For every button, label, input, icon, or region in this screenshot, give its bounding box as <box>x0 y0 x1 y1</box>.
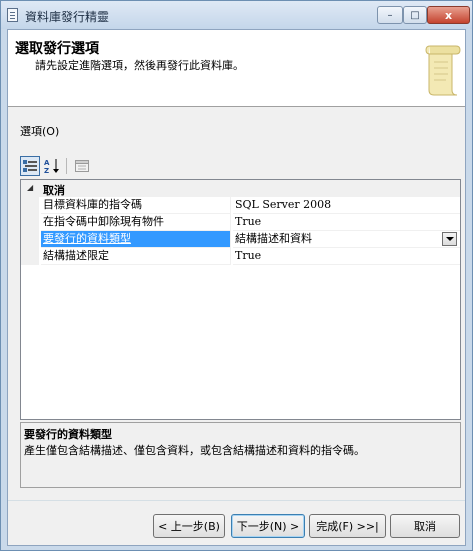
property-row-selected[interactable]: 要發行的資料類型 結構描述和資料 <box>21 231 460 248</box>
title-bar[interactable]: 資料庫發行精靈 – □ x <box>1 1 472 29</box>
property-pages-icon <box>75 160 89 172</box>
dropdown-arrow-icon[interactable] <box>442 232 457 246</box>
property-name[interactable]: 目標資料庫的指令碼 <box>41 197 230 214</box>
column-divider <box>230 214 231 231</box>
alphabetical-button[interactable]: A Z <box>42 156 62 176</box>
property-grid: ◢ 取消 目標資料庫的指令碼 SQL Server 2008 在指令碼中卸除現有… <box>20 179 461 420</box>
document-icon <box>7 8 18 22</box>
column-divider <box>230 197 231 214</box>
finish-button[interactable]: 完成(F) >>| <box>309 514 386 538</box>
category-row[interactable]: ◢ 取消 <box>21 180 460 197</box>
property-name[interactable]: 結構描述限定 <box>41 248 230 265</box>
property-value[interactable]: True <box>233 248 460 265</box>
property-value-dropdown[interactable]: 結構描述和資料 <box>233 231 460 248</box>
back-button[interactable]: < 上一步(B) <box>153 514 225 538</box>
property-row[interactable]: 目標資料庫的指令碼 SQL Server 2008 <box>21 197 460 214</box>
categorized-icon <box>23 160 37 172</box>
svg-text:A: A <box>44 159 50 167</box>
property-name[interactable]: 要發行的資料類型 <box>41 231 230 248</box>
description-title: 要發行的資料類型 <box>24 428 112 441</box>
property-name[interactable]: 在指令碼中卸除現有物件 <box>41 214 230 231</box>
wizard-window: 資料庫發行精靈 – □ x 選取發行選項 請先設定進階選項，然後再發行此資料庫。… <box>0 0 473 551</box>
minimize-button[interactable]: – <box>377 6 403 24</box>
next-button[interactable]: 下一步(N) > <box>231 514 305 538</box>
alphabetical-sort-icon: A Z <box>44 159 59 174</box>
row-margin <box>21 231 39 248</box>
property-grid-toolbar: A Z <box>20 156 140 178</box>
wizard-body: 選取發行選項 請先設定進階選項，然後再發行此資料庫。 選項(O) A Z ◢ 取… <box>7 29 466 546</box>
row-margin <box>21 214 39 231</box>
wizard-header: 選取發行選項 請先設定進階選項，然後再發行此資料庫。 <box>8 30 465 107</box>
toolbar-separator <box>66 158 67 174</box>
column-divider <box>230 231 231 248</box>
property-row[interactable]: 結構描述限定 True <box>21 248 460 265</box>
category-label: 取消 <box>43 184 65 197</box>
description-text: 產生僅包含結構描述、僅包含資料，或包含結構描述和資料的指令碼。 <box>24 444 365 457</box>
column-divider <box>230 248 231 265</box>
svg-text:Z: Z <box>44 167 49 174</box>
page-title: 選取發行選項 <box>15 41 99 57</box>
description-panel: 要發行的資料類型 產生僅包含結構描述、僅包含資料，或包含結構描述和資料的指令碼。 <box>20 422 461 488</box>
property-value[interactable]: True <box>233 214 460 231</box>
row-margin <box>21 197 39 214</box>
maximize-button[interactable]: □ <box>403 6 427 24</box>
close-button[interactable]: x <box>427 6 470 24</box>
cancel-button[interactable]: 取消 <box>390 514 460 538</box>
property-pages-button[interactable] <box>72 156 92 176</box>
footer-divider <box>8 500 465 501</box>
window-title: 資料庫發行精靈 <box>25 10 110 24</box>
scroll-icon <box>425 45 461 96</box>
property-value[interactable]: SQL Server 2008 <box>233 197 460 214</box>
property-row[interactable]: 在指令碼中卸除現有物件 True <box>21 214 460 231</box>
row-margin <box>21 248 39 265</box>
collapse-triangle-icon[interactable]: ◢ <box>27 183 33 192</box>
page-subtitle: 請先設定進階選項，然後再發行此資料庫。 <box>35 59 244 72</box>
categorized-button[interactable] <box>20 156 40 176</box>
options-label: 選項(O) <box>20 125 60 138</box>
